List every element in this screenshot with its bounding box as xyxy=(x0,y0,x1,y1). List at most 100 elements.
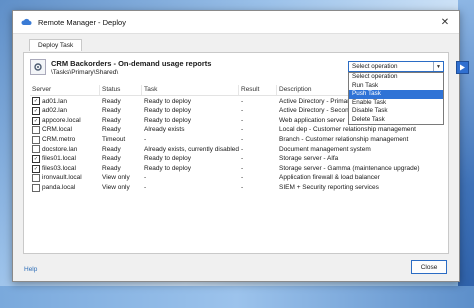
server-cell: CRM.metro xyxy=(30,135,100,145)
result-cell: - xyxy=(241,183,244,191)
title-bar: Remote Manager - Deploy ✕ xyxy=(13,11,459,34)
cloud-icon xyxy=(21,18,32,25)
server-cell: ironvault.local xyxy=(30,173,100,183)
server-name: CRM.metro xyxy=(42,135,76,143)
window-close-icon[interactable]: ✕ xyxy=(431,11,459,33)
operation-option[interactable]: Run Task xyxy=(349,82,443,91)
server-name: ad02.lan xyxy=(42,107,67,115)
task-cell: Ready to deploy xyxy=(144,107,191,115)
row-checkbox[interactable]: ✓ xyxy=(32,154,40,163)
column-header-server[interactable]: Server xyxy=(30,85,100,95)
server-cell: CRM.local xyxy=(30,125,100,135)
description-cell: Storage server - Gamma (maintenance upgr… xyxy=(279,164,420,172)
result-cell: - xyxy=(241,116,244,124)
column-header-task[interactable]: Task xyxy=(142,85,239,95)
server-cell: ✓ files03.local xyxy=(30,164,100,174)
operation-select-value: Select operation xyxy=(352,63,398,70)
table-row[interactable]: panda.local View only - - SIEM + Security re… xyxy=(30,183,444,193)
status-cell: Ready xyxy=(102,116,121,124)
task-cell: - xyxy=(144,135,147,143)
status-cell: View only xyxy=(102,183,130,191)
task-cell: Ready to deploy xyxy=(144,164,191,172)
task-cell: - xyxy=(144,174,147,182)
play-icon xyxy=(460,64,465,71)
table-row[interactable]: ✓ files01.local Ready Ready to deploy - Stora… xyxy=(30,154,444,164)
operation-option[interactable]: Enable Task xyxy=(349,99,443,108)
result-cell: - xyxy=(241,97,244,105)
window-title: Remote Manager - Deploy xyxy=(38,17,126,27)
table-row[interactable]: ✓ files03.local Ready Ready to deploy - Stora… xyxy=(30,164,444,174)
task-cell: Already exists, currently disabled xyxy=(144,145,239,153)
server-cell: ✓ ad02.lan xyxy=(30,106,100,116)
description-cell: Branch - Customer relationship managemen… xyxy=(279,135,409,143)
column-header-status[interactable]: Status xyxy=(100,85,142,95)
deploy-panel: CRM Backorders - On-demand usage reports… xyxy=(23,52,469,254)
result-cell: - xyxy=(241,174,244,182)
status-cell: Ready xyxy=(102,126,121,134)
column-header-result[interactable]: Result xyxy=(239,85,277,95)
table-row[interactable]: CRM.local Ready Already exists - Local dep -… xyxy=(30,125,444,135)
task-cell: Ready to deploy xyxy=(144,116,191,124)
row-checkbox[interactable] xyxy=(32,145,40,154)
status-cell: Ready xyxy=(102,145,121,153)
description-cell: SIEM + Security reporting services xyxy=(279,183,379,191)
server-name: files03.local xyxy=(42,164,76,172)
desktop-wallpaper xyxy=(458,0,474,308)
table-row[interactable]: ironvault.local View only - - Application fi… xyxy=(30,173,444,183)
row-checkbox[interactable]: ✓ xyxy=(32,164,40,173)
description-cell: Document management system xyxy=(279,145,371,153)
status-cell: Ready xyxy=(102,164,121,172)
operation-dropdown-list: Select operation Run Task Push Task Enab… xyxy=(348,72,444,125)
task-path: \Tasks\Primary\Shared\ xyxy=(51,69,119,76)
chevron-down-icon[interactable]: ▼ xyxy=(433,62,443,71)
dialog-footer: Help Close xyxy=(13,255,459,281)
task-cell: Ready to deploy xyxy=(144,155,191,163)
table-row[interactable]: CRM.metro Timeout - - Branch - Customer rela… xyxy=(30,135,444,145)
server-name: CRM.local xyxy=(42,126,72,134)
server-name: ad01.lan xyxy=(42,97,67,105)
operation-option[interactable]: Disable Task xyxy=(349,107,443,116)
row-checkbox[interactable] xyxy=(32,183,40,192)
server-cell: docstore.lan xyxy=(30,145,100,155)
operation-option-highlighted[interactable]: Push Task xyxy=(349,90,443,99)
row-checkbox[interactable]: ✓ xyxy=(32,97,40,106)
description-cell: Storage server - Alfa xyxy=(279,155,339,163)
operation-option[interactable]: Delete Task xyxy=(349,116,443,125)
help-link[interactable]: Help xyxy=(24,266,37,273)
description-cell: Application firewall & load balancer xyxy=(279,174,380,182)
server-name: docstore.lan xyxy=(42,145,78,153)
status-cell: Timeout xyxy=(102,135,126,143)
deploy-window: Remote Manager - Deploy ✕ Deploy Task CR… xyxy=(12,10,469,282)
server-name: ironvault.local xyxy=(42,174,82,182)
status-cell: View only xyxy=(102,174,130,182)
row-checkbox[interactable]: ✓ xyxy=(32,106,40,115)
result-cell: - xyxy=(241,164,244,172)
result-cell: - xyxy=(241,126,244,134)
status-cell: Ready xyxy=(102,97,121,105)
task-header: CRM Backorders - On-demand usage reports… xyxy=(30,59,211,76)
tab-deploy-task[interactable]: Deploy Task xyxy=(29,39,83,51)
result-cell: - xyxy=(241,155,244,163)
description-cell: Local dep - Customer relationship manage… xyxy=(279,126,416,134)
server-name: appcore.local xyxy=(42,116,81,124)
row-checkbox[interactable] xyxy=(32,135,40,144)
run-operation-button[interactable] xyxy=(456,61,469,74)
table-row[interactable]: docstore.lan Ready Already exists, current… xyxy=(30,145,444,155)
task-title: CRM Backorders - On-demand usage reports xyxy=(51,59,212,68)
server-name: panda.local xyxy=(42,183,76,191)
server-cell: ✓ files01.local xyxy=(30,154,100,164)
row-checkbox[interactable] xyxy=(32,126,40,135)
task-cell: - xyxy=(144,183,147,191)
operation-select[interactable]: Select operation ▼ xyxy=(348,61,444,72)
task-gear-icon xyxy=(30,59,46,75)
operation-option[interactable]: Select operation xyxy=(349,73,443,82)
result-cell: - xyxy=(241,135,244,143)
row-checkbox[interactable]: ✓ xyxy=(32,116,40,125)
tab-strip: Deploy Task xyxy=(29,39,83,52)
row-checkbox[interactable] xyxy=(32,174,40,183)
task-cell: Already exists xyxy=(144,126,185,134)
result-cell: - xyxy=(241,145,244,153)
close-button[interactable]: Close xyxy=(411,260,447,274)
status-cell: Ready xyxy=(102,155,121,163)
server-cell: ✓ appcore.local xyxy=(30,116,100,126)
